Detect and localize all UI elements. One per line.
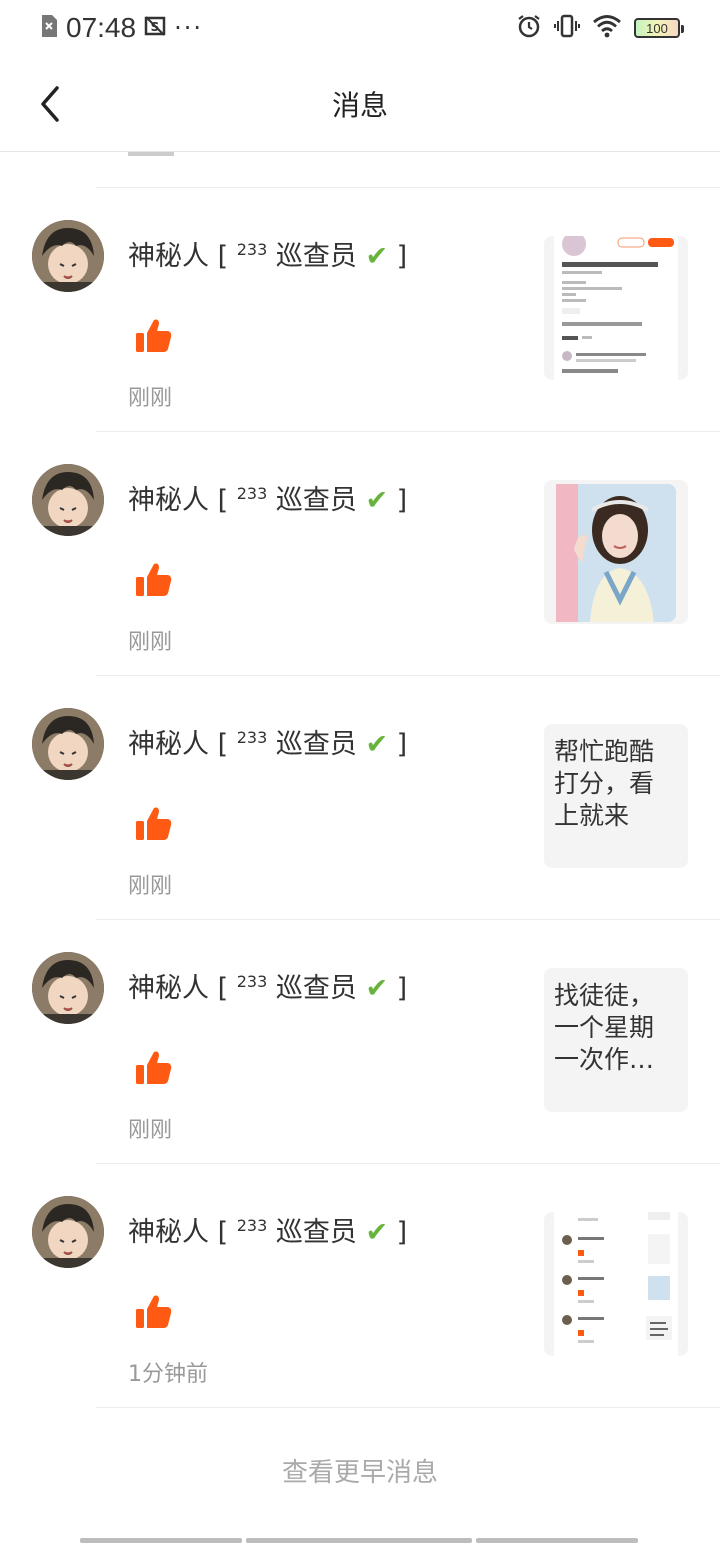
- badge-open-bracket: [: [217, 1217, 237, 1248]
- screenshot-icon: S: [144, 15, 166, 41]
- status-more-dots: ···: [174, 14, 203, 42]
- thumbs-up-icon: [134, 560, 174, 600]
- check-icon: ✔: [365, 973, 389, 1004]
- badge-text: 巡查员: [275, 1217, 357, 1248]
- timestamp: 刚刚: [128, 874, 173, 899]
- badge-open-bracket: [: [217, 973, 237, 1004]
- post-thumbnail[interactable]: [544, 236, 688, 380]
- badge-text: 巡查员: [275, 729, 357, 760]
- page-title: 消息: [331, 88, 388, 122]
- badge-close-bracket: ]: [396, 1217, 408, 1248]
- check-icon: ✔: [365, 729, 389, 760]
- post-thumbnail[interactable]: 找徒徒，一个星期一次作…: [544, 968, 688, 1112]
- badge-sup: 233: [236, 484, 268, 503]
- badge-sup: 233: [236, 972, 268, 991]
- list-item[interactable]: 神秘人 [ 233 巡查员 ✔ ] 刚刚 找徒徒，一个星期一次作…: [0, 920, 720, 1164]
- timestamp: 刚刚: [128, 386, 173, 411]
- badge-open-bracket: [: [217, 729, 237, 760]
- post-thumbnail[interactable]: [544, 1212, 688, 1356]
- list-item[interactable]: 神秘人 [ 233 巡查员 ✔ ] 刚刚 帮忙跑酷打分，看上就来: [0, 676, 720, 920]
- battery-icon: 100: [634, 18, 684, 38]
- nav-header: 消息: [0, 56, 720, 152]
- vibrate-icon: [554, 13, 580, 43]
- user-name-line: 神秘人 [ 233 巡查员 ✔ ]: [128, 234, 407, 273]
- badge-close-bracket: ]: [396, 973, 408, 1004]
- status-bar: 07:48 S ···: [0, 0, 720, 56]
- user-name[interactable]: 神秘人: [128, 1217, 209, 1248]
- alarm-icon: [516, 13, 542, 43]
- wifi-icon: [592, 14, 622, 42]
- badge-open-bracket: [: [217, 241, 237, 272]
- badge-text: 巡查员: [275, 241, 357, 272]
- badge-sup: 233: [236, 240, 268, 259]
- timestamp: 刚刚: [128, 1118, 173, 1143]
- avatar[interactable]: [32, 1196, 104, 1268]
- home-indicator[interactable]: [80, 1538, 640, 1543]
- user-name-line: 神秘人 [ 233 巡查员 ✔ ]: [128, 966, 407, 1005]
- post-thumbnail[interactable]: 帮忙跑酷打分，看上就来: [544, 724, 688, 868]
- home-indicator-segment: [476, 1538, 638, 1543]
- user-name[interactable]: 神秘人: [128, 485, 209, 516]
- back-button[interactable]: [30, 82, 70, 126]
- check-icon: ✔: [365, 1217, 389, 1248]
- thumbs-up-icon: [134, 804, 174, 844]
- badge-sup: 233: [236, 1216, 268, 1235]
- badge-close-bracket: ]: [396, 485, 408, 516]
- user-name[interactable]: 神秘人: [128, 241, 209, 272]
- badge-open-bracket: [: [217, 485, 237, 516]
- user-name-line: 神秘人 [ 233 巡查员 ✔ ]: [128, 1210, 407, 1249]
- avatar[interactable]: [32, 220, 104, 292]
- thumbs-up-icon: [134, 1048, 174, 1088]
- home-indicator-segment: [80, 1538, 242, 1543]
- home-indicator-segment: [246, 1538, 472, 1543]
- chevron-left-icon: [41, 86, 59, 122]
- thumbs-up-icon: [134, 316, 174, 356]
- timestamp: 1分钟前: [128, 1362, 208, 1387]
- avatar[interactable]: [32, 952, 104, 1024]
- check-icon: ✔: [365, 485, 389, 516]
- user-name-line: 神秘人 [ 233 巡查员 ✔ ]: [128, 722, 407, 761]
- row-divider: [96, 1407, 720, 1408]
- status-left: 07:48 S ···: [40, 12, 203, 44]
- partial-list-item: [96, 152, 720, 188]
- user-name[interactable]: 神秘人: [128, 729, 209, 760]
- post-thumbnail[interactable]: [544, 480, 688, 624]
- badge-text: 巡查员: [275, 973, 357, 1004]
- thumbnail-text: 找徒徒，一个星期一次作…: [554, 981, 655, 1074]
- badge-close-bracket: ]: [396, 729, 408, 760]
- user-name[interactable]: 神秘人: [128, 973, 209, 1004]
- status-time: 07:48: [66, 12, 137, 43]
- sim-off-icon: [40, 14, 58, 42]
- timestamp: 刚刚: [128, 630, 173, 655]
- badge-close-bracket: ]: [396, 241, 408, 272]
- avatar[interactable]: [32, 464, 104, 536]
- partial-item-text: [128, 152, 178, 160]
- badge-sup: 233: [236, 728, 268, 747]
- thumbnail-text: 帮忙跑酷打分，看上就来: [554, 737, 655, 830]
- avatar[interactable]: [32, 708, 104, 780]
- status-right: 100: [516, 13, 684, 43]
- user-name-line: 神秘人 [ 233 巡查员 ✔ ]: [128, 478, 407, 517]
- check-icon: ✔: [365, 241, 389, 272]
- list-item[interactable]: 神秘人 [ 233 巡查员 ✔ ] 刚刚: [0, 188, 720, 432]
- list-item[interactable]: 神秘人 [ 233 巡查员 ✔ ] 1分钟前: [0, 1164, 720, 1408]
- badge-text: 巡查员: [275, 485, 357, 516]
- thumbs-up-icon: [134, 1292, 174, 1332]
- message-list[interactable]: 神秘人 [ 233 巡查员 ✔ ] 刚刚 神秘人 [233 巡查员 ✔] 刚…: [0, 152, 720, 1408]
- load-earlier-messages-link[interactable]: 查看更早消息: [0, 1452, 720, 1489]
- list-item[interactable]: 神秘人 [ 233 巡查员 ✔ ] 刚刚: [0, 432, 720, 676]
